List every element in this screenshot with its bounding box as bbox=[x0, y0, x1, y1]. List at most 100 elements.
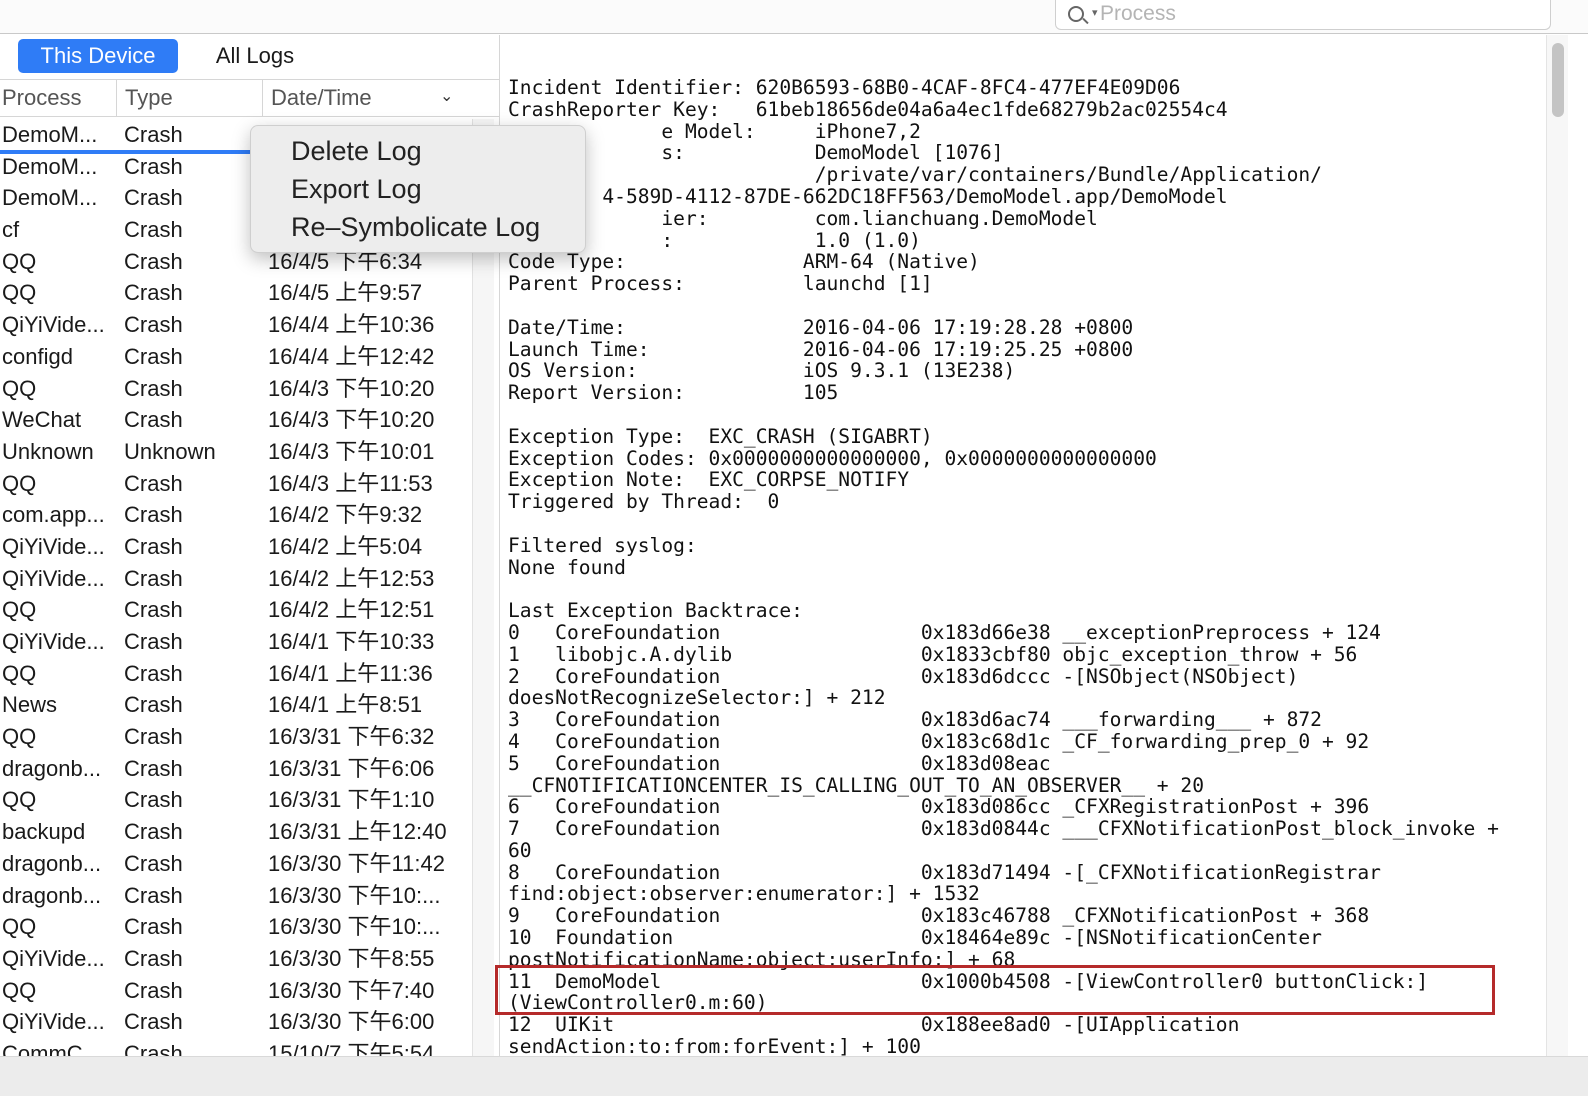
log-line: 3 CoreFoundation 0x183d6ac74 ___forwardi… bbox=[508, 708, 1322, 732]
table-header: Process Type Date/Time ⌄ bbox=[0, 79, 499, 117]
list-scrollbar[interactable] bbox=[472, 119, 494, 1069]
process-cell: News bbox=[2, 692, 58, 718]
process-cell: QiYiVide... bbox=[2, 533, 105, 559]
sort-chevron-icon[interactable]: ⌄ bbox=[440, 80, 453, 116]
process-cell: QQ bbox=[2, 724, 37, 750]
process-cell: dragonb... bbox=[2, 850, 102, 876]
this-device-tab[interactable]: This Device bbox=[18, 39, 178, 73]
crash-log-panel: Incident Identifier: 620B6593-68B0-4CAF-… bbox=[500, 35, 1546, 1073]
process-cell: QiYiVide... bbox=[2, 565, 105, 591]
table-row[interactable]: dragonb... Crash 16/3/31 下午6:06 bbox=[0, 753, 472, 785]
table-row[interactable]: QiYiVide... Crash 16/4/4 上午10:36 bbox=[0, 309, 472, 341]
table-row[interactable]: dragonb... Crash 16/3/30 下午11:42 bbox=[0, 848, 472, 880]
search-input[interactable] bbox=[1100, 1, 1520, 27]
log-line: Report Version: 105 bbox=[508, 381, 839, 405]
table-row[interactable]: QQ Crash 16/3/31 下午6:32 bbox=[0, 721, 472, 753]
log-line: Code Type: ARM-64 (Native) bbox=[508, 250, 980, 274]
table-row[interactable]: News Crash 16/4/1 上午8:51 bbox=[0, 689, 472, 721]
table-row[interactable]: WeChat Crash 16/4/3 下午10:20 bbox=[0, 404, 472, 436]
process-cell: Unknown bbox=[2, 438, 94, 464]
date-cell: 16/4/1 下午10:33 bbox=[268, 629, 435, 654]
table-row[interactable]: QiYiVide... Crash 16/4/2 上午12:53 bbox=[0, 563, 472, 595]
table-row[interactable]: backupd Crash 16/3/31 上午12:40 bbox=[0, 816, 472, 848]
table-row[interactable]: QQ Crash 16/4/5 上午9:57 bbox=[0, 277, 472, 309]
log-line: 4-589D-4112-87DE-662DC18FF563/DemoModel.… bbox=[508, 184, 1228, 208]
table-row[interactable]: configd Crash 16/4/4 上午12:42 bbox=[0, 341, 472, 373]
type-cell: Crash bbox=[124, 343, 183, 369]
menu-item-delete-log[interactable]: Delete Log bbox=[251, 132, 585, 170]
log-line: Triggered by Thread: 0 bbox=[508, 490, 780, 514]
menu-item-resymbolicate-log[interactable]: Re–Symbolicate Log bbox=[251, 208, 585, 246]
log-table-rows: DemoM... Crash DemoM... Crash DemoM... Crash c… bbox=[0, 119, 472, 1070]
all-logs-tab[interactable]: All Logs bbox=[185, 39, 325, 73]
process-cell: DemoM... bbox=[2, 153, 98, 179]
log-line: Filtered syslog: bbox=[508, 533, 697, 557]
toolbar: ▾ bbox=[0, 0, 1588, 34]
search-field[interactable]: ▾ bbox=[1055, 0, 1551, 30]
type-cell: Crash bbox=[124, 502, 183, 528]
log-line: __CFNOTIFICATIONCENTER_IS_CALLING_OUT_TO… bbox=[508, 773, 1204, 797]
log-scrollbar[interactable] bbox=[1546, 35, 1568, 1073]
process-cell: QiYiVide... bbox=[2, 629, 105, 654]
table-row[interactable]: QQ Crash 16/3/30 下午10:... bbox=[0, 911, 472, 943]
date-cell: 16/3/30 下午7:40 bbox=[268, 977, 435, 1003]
table-row[interactable]: QQ Crash 16/4/2 上午12:51 bbox=[0, 594, 472, 626]
table-row[interactable]: com.app... Crash 16/4/2 下午9:32 bbox=[0, 499, 472, 531]
date-cell: 16/3/30 下午8:55 bbox=[268, 945, 435, 971]
table-row[interactable]: QiYiVide... Crash 16/3/30 下午6:00 bbox=[0, 1006, 472, 1038]
scrollbar-thumb[interactable] bbox=[1552, 43, 1564, 117]
table-row[interactable]: QQ Crash 16/3/30 下午7:40 bbox=[0, 975, 472, 1007]
log-line: 2 CoreFoundation 0x183d6dccc -[NSObject(… bbox=[508, 664, 1299, 688]
log-line: s: DemoModel [1076] bbox=[508, 141, 1004, 165]
process-cell: cf bbox=[2, 217, 20, 243]
log-line: 60 bbox=[508, 838, 532, 862]
table-row[interactable]: QiYiVide... Crash 16/4/1 下午10:33 bbox=[0, 626, 472, 658]
type-cell: Crash bbox=[124, 248, 183, 274]
date-cell: 16/3/31 上午12:40 bbox=[268, 819, 447, 845]
log-line: Date/Time: 2016-04-06 17:19:28.28 +0800 bbox=[508, 315, 1134, 339]
date-cell: 16/4/4 上午10:36 bbox=[268, 312, 435, 338]
log-line: Last Exception Backtrace: bbox=[508, 599, 803, 623]
table-row[interactable]: Unknown Unknown 16/4/3 下午10:01 bbox=[0, 436, 472, 468]
date-cell: 16/4/2 上午12:51 bbox=[268, 597, 435, 623]
process-cell: QQ bbox=[2, 280, 37, 306]
date-cell: 16/3/31 下午6:32 bbox=[268, 724, 435, 750]
type-cell: Crash bbox=[124, 153, 183, 179]
log-line: Exception Codes: 0x0000000000000000, 0x0… bbox=[508, 446, 1157, 470]
type-cell: Crash bbox=[124, 122, 183, 147]
process-cell: QQ bbox=[2, 660, 37, 686]
log-line: Incident Identifier: 620B6593-68B0-4CAF-… bbox=[508, 76, 1181, 99]
table-row[interactable]: QQ Crash 16/4/3 上午11:53 bbox=[0, 468, 472, 500]
table-row[interactable]: dragonb... Crash 16/3/30 下午10:... bbox=[0, 880, 472, 912]
table-row[interactable]: QiYiVide... Crash 16/3/30 下午8:55 bbox=[0, 943, 472, 975]
menu-item-export-log[interactable]: Export Log bbox=[251, 170, 585, 208]
log-line: OS Version: iOS 9.3.1 (13E238) bbox=[508, 359, 1016, 383]
column-header-type[interactable]: Type bbox=[116, 80, 262, 116]
log-line: sendAction:to:from:forEvent:] + 100 bbox=[508, 1035, 921, 1059]
date-cell: 16/3/30 下午10:... bbox=[268, 882, 441, 908]
process-cell: QQ bbox=[2, 470, 37, 496]
date-cell: 16/4/3 上午11:53 bbox=[268, 470, 433, 496]
process-cell: backupd bbox=[2, 819, 86, 845]
type-cell: Crash bbox=[124, 217, 183, 243]
column-header-process[interactable]: Process bbox=[0, 80, 116, 116]
date-cell: 16/4/2 上午12:53 bbox=[268, 565, 435, 591]
type-cell: Crash bbox=[124, 533, 183, 559]
search-icon[interactable] bbox=[1068, 4, 1090, 26]
type-cell: Crash bbox=[124, 945, 183, 971]
type-cell: Crash bbox=[124, 312, 183, 338]
log-line: 9 CoreFoundation 0x183c46788 _CFXNotific… bbox=[508, 904, 1370, 928]
type-cell: Unknown bbox=[124, 438, 216, 464]
log-line: 8 CoreFoundation 0x183d71494 -[_CFXNotif… bbox=[508, 860, 1381, 884]
table-row[interactable]: QiYiVide... Crash 16/4/2 上午5:04 bbox=[0, 531, 472, 563]
table-row[interactable]: QQ Crash 16/3/31 下午1:10 bbox=[0, 784, 472, 816]
log-line: Parent Process: launchd [1] bbox=[508, 272, 933, 296]
log-line: 1 libobjc.A.dylib 0x1833cbf80 objc_excep… bbox=[508, 642, 1358, 666]
process-cell: DemoM... bbox=[2, 185, 98, 211]
chevron-down-icon[interactable]: ▾ bbox=[1092, 6, 1098, 19]
table-row[interactable]: QQ Crash 16/4/1 上午11:36 bbox=[0, 658, 472, 690]
table-row[interactable]: QQ Crash 16/4/3 下午10:20 bbox=[0, 373, 472, 405]
